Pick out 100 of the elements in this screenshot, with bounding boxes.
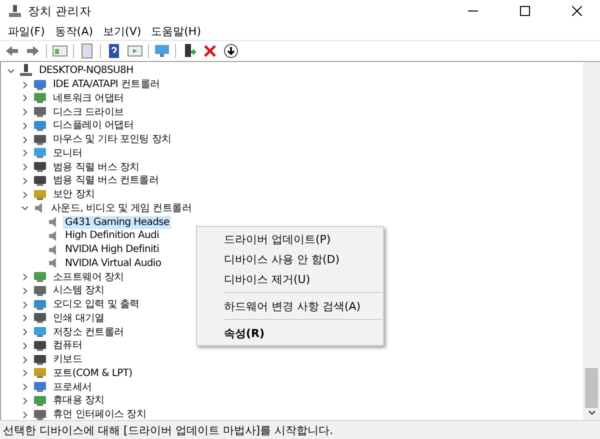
device-icon [33,298,47,311]
menu-item[interactable]: 디바이스 사용 안 함(D) [197,249,383,269]
device-icon [33,381,47,394]
window-icon[interactable] [127,43,143,59]
tree-item[interactable]: 범용 직렬 버스 컨트롤러 [51,174,161,188]
collapse-icon[interactable] [21,204,29,212]
properties-icon[interactable] [79,43,95,59]
expand-icon[interactable] [21,342,29,350]
close-icon [572,6,582,16]
tree-item[interactable]: 네트워크 어댑터 [51,92,126,105]
device-icon [33,408,47,420]
device-icon [33,394,47,407]
tree-item[interactable]: 휴먼 인터페이스 장치 [51,408,148,420]
menu-item[interactable]: 도움말(H) [147,24,205,38]
tree-item[interactable]: 디스크 드라이브 [51,106,126,119]
device-icon [33,326,47,338]
help-icon[interactable] [106,43,122,59]
speaker-icon [47,257,59,270]
status-text: 선택한 디바이스에 대해 [드라이버 업데이트 마법사]를 시작합니다. [3,422,334,438]
device-icon [33,284,47,297]
menu-item[interactable]: 보기(V) [99,24,146,38]
collapse-icon[interactable] [7,66,15,75]
expand-icon[interactable] [21,122,29,130]
expand-icon[interactable] [21,396,29,405]
tree-item[interactable]: 범용 직렬 버스 장치 [51,160,142,174]
expand-icon[interactable] [21,108,29,116]
tree-item[interactable]: G431 Gaming Headse [63,216,172,229]
expand-icon[interactable] [21,176,29,185]
menu-item[interactable]: 하드웨어 변경 사항 검색(A) [197,296,383,316]
device-icon [33,174,47,187]
expand-icon[interactable] [21,273,29,282]
device-icon [33,120,47,132]
tree-item[interactable]: 프로세서 [51,380,94,394]
device-icon [33,367,47,380]
expand-icon[interactable] [21,94,29,102]
tree-item[interactable]: 포트(COM & LPT) [51,366,134,380]
device-icon [33,161,47,174]
expand-icon[interactable] [21,80,29,89]
menu-item[interactable]: 속성(R) [197,323,383,343]
tree-item[interactable]: 소프트웨어 장치 [51,270,126,284]
tree-item[interactable]: 키보드 [51,353,84,366]
tree-item[interactable]: 모니터 [51,146,84,160]
speaker-icon [33,202,45,214]
tree-item[interactable]: 시스템 장치 [51,284,106,298]
device-icon [33,354,47,366]
expand-icon[interactable] [21,356,29,364]
window-icon[interactable] [52,43,68,59]
window-title: 장치 관리자 [28,4,93,18]
menu-item[interactable]: 디바이스 제거(U) [197,269,383,289]
monitor-icon[interactable] [154,43,170,59]
tree-item[interactable]: DESKTOP-NQ8SU8H [37,64,136,78]
menu-item[interactable]: 드라이버 업데이트(P) [197,229,383,249]
tree-item[interactable]: High Definition Audi [63,229,162,242]
tree-item[interactable]: 디스플레이 어댑터 [51,119,136,132]
remove-icon[interactable] [202,43,218,59]
device-icon [33,340,47,352]
expand-icon[interactable] [21,410,29,419]
expand-icon[interactable] [21,369,29,378]
back-icon[interactable] [4,43,20,59]
tree-item[interactable]: 사운드, 비디오 및 게임 컨트롤러 [49,202,194,215]
device-icon [33,188,47,201]
device-icon [33,312,47,324]
scrollbar[interactable] [583,62,600,420]
tree-item[interactable]: 보안 장치 [51,188,97,202]
computer-icon [19,64,33,78]
tree-item[interactable]: 저장소 컨트롤러 [51,326,126,339]
forward-icon[interactable] [25,43,41,59]
tree-item[interactable]: 마우스 및 기타 포인팅 장치 [51,133,174,146]
speaker-icon [47,244,59,256]
expand-icon[interactable] [21,149,29,158]
expand-icon[interactable] [21,383,29,392]
expand-icon[interactable] [21,314,29,322]
tree-item[interactable]: 오디오 입력 및 출력 [51,298,142,312]
expand-icon[interactable] [21,136,29,144]
device-icon [33,134,47,146]
tree-item[interactable]: IDE ATA/ATAPI 컨트롤러 [51,78,162,92]
speaker-icon [47,216,59,228]
menu-item[interactable]: 파일(F) [4,24,49,38]
tree-item[interactable]: NVIDIA High Definiti [63,243,162,256]
expand-icon[interactable] [21,300,29,309]
device-icon [33,271,47,284]
device-icon [33,106,47,118]
tree-item[interactable]: 인쇄 대기열 [51,312,106,325]
device-icon [33,92,47,104]
expand-icon[interactable] [21,190,29,199]
download-icon[interactable] [223,43,239,59]
expand-icon[interactable] [21,286,29,295]
scroll-down-icon[interactable] [588,410,596,416]
tree-item[interactable]: 휴대용 장치 [51,394,106,408]
expand-icon[interactable] [21,328,29,336]
scroll-thumb[interactable] [585,368,598,408]
device-icon [33,78,47,91]
app-icon [8,4,22,18]
maximize-icon [520,6,530,16]
expand-icon[interactable] [21,163,29,172]
menu-item[interactable]: 동작(A) [50,24,98,38]
speaker-icon [47,230,59,242]
tree-item[interactable]: 컴퓨터 [51,339,84,352]
tree-item[interactable]: NVIDIA Virtual Audio [63,256,164,270]
device-icon [33,147,47,160]
